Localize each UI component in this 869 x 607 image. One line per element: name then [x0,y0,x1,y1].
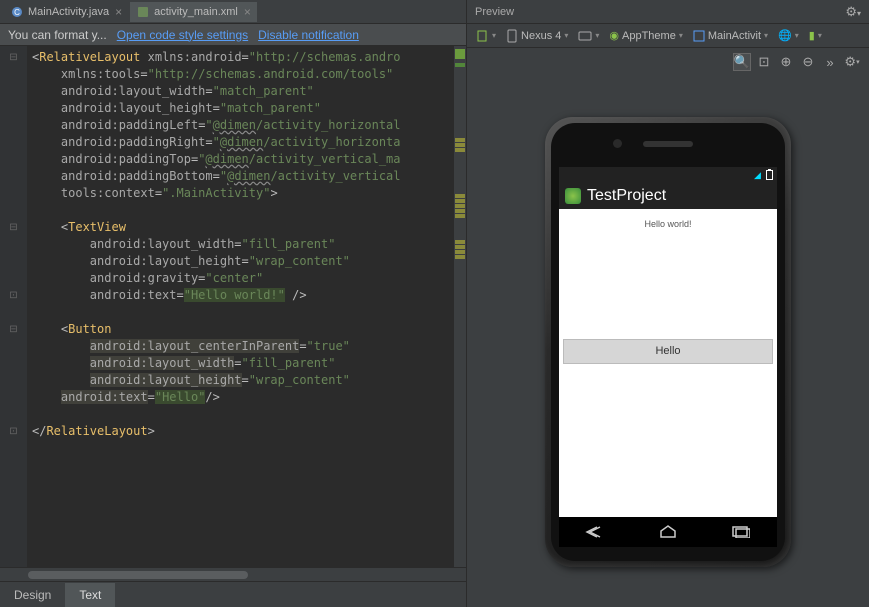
device-frame: ◢ TestProject Hello world! Hello [545,117,791,567]
api-dropdown[interactable]: ▮▾ [805,27,826,44]
configuration-dropdown[interactable]: ▾ [471,27,500,45]
zoom-out-icon[interactable]: ⊖ [799,53,817,71]
preview-zoom-toolbar: 🔍 ⊡ ⊕ ⊖ » ⚙▾ [467,48,869,76]
editor-pane: C MainActivity.java × activity_main.xml … [0,0,467,607]
text-tab[interactable]: Text [65,583,115,607]
recents-icon[interactable] [729,522,753,542]
editor-bottom-tabs: Design Text [0,581,466,607]
gutter[interactable]: ⊟ ⊟⊡ ⊟ ⊡ [0,46,28,567]
preview-toolbar: ▾ Nexus 4▾ ▾ ◉AppTheme▾ MainActivit▾ 🌐▾ … [467,24,869,48]
device-screen[interactable]: ◢ TestProject Hello world! Hello [559,167,777,517]
notification-message: You can format y... [8,28,107,42]
code-editor[interactable]: ⊟ ⊟⊡ ⊟ ⊡ <RelativeLayout xmlns:android="… [0,46,466,567]
zoom-fit-icon[interactable]: ⊡ [755,53,773,71]
app-content: Hello world! Hello [559,209,777,517]
phone-speaker [643,141,693,147]
zoom-in-icon[interactable]: ⊕ [777,53,795,71]
java-file-icon: C [10,5,24,19]
tab-activitymain[interactable]: activity_main.xml × [130,2,257,22]
device-dropdown[interactable]: Nexus 4▾ [502,27,572,45]
close-icon[interactable]: × [115,5,122,19]
gear-icon[interactable]: ⚙▾ [845,4,861,20]
phone-camera [613,139,622,148]
activity-dropdown[interactable]: MainActivit▾ [689,28,772,44]
preview-pane: Preview ⚙▾ ▾ Nexus 4▾ ▾ ◉AppTheme▾ MainA… [467,0,869,607]
signal-icon: ◢ [754,170,763,179]
open-code-style-link[interactable]: Open code style settings [117,28,248,42]
zoom-actual-icon[interactable]: 🔍 [733,53,751,71]
back-icon[interactable] [583,522,607,542]
hello-button[interactable]: Hello [563,339,773,364]
notification-bar: You can format y... Open code style sett… [0,24,466,46]
preview-header: Preview ⚙▾ [467,0,869,24]
battery-icon [766,170,773,180]
code-content[interactable]: <RelativeLayout xmlns:android="http://sc… [28,46,454,567]
app-icon [565,188,581,204]
orientation-dropdown[interactable]: ▾ [574,28,603,44]
disable-notification-link[interactable]: Disable notification [258,28,359,42]
tab-mainactivity[interactable]: C MainActivity.java × [4,2,128,22]
overflow-icon[interactable]: » [821,53,839,71]
status-bar: ◢ [559,167,777,183]
home-icon[interactable] [656,522,680,542]
marker-bar[interactable] [454,46,466,567]
tab-label: activity_main.xml [154,6,238,18]
xml-file-icon [136,5,150,19]
hello-textview: Hello world! [644,219,691,229]
horizontal-scrollbar[interactable] [0,567,466,581]
navigation-bar [559,517,777,547]
editor-tabs: C MainActivity.java × activity_main.xml … [0,0,466,24]
app-title: TestProject [587,187,666,205]
preview-title: Preview [475,6,514,18]
theme-dropdown[interactable]: ◉AppTheme▾ [605,27,686,44]
tab-label: MainActivity.java [28,6,109,18]
settings-icon[interactable]: ⚙▾ [843,53,861,71]
action-bar: TestProject [559,183,777,209]
locale-dropdown[interactable]: 🌐▾ [774,27,803,44]
svg-text:C: C [14,8,20,17]
close-icon[interactable]: × [244,5,251,19]
design-tab[interactable]: Design [0,583,65,607]
device-preview-area: ◢ TestProject Hello world! Hello [467,76,869,607]
